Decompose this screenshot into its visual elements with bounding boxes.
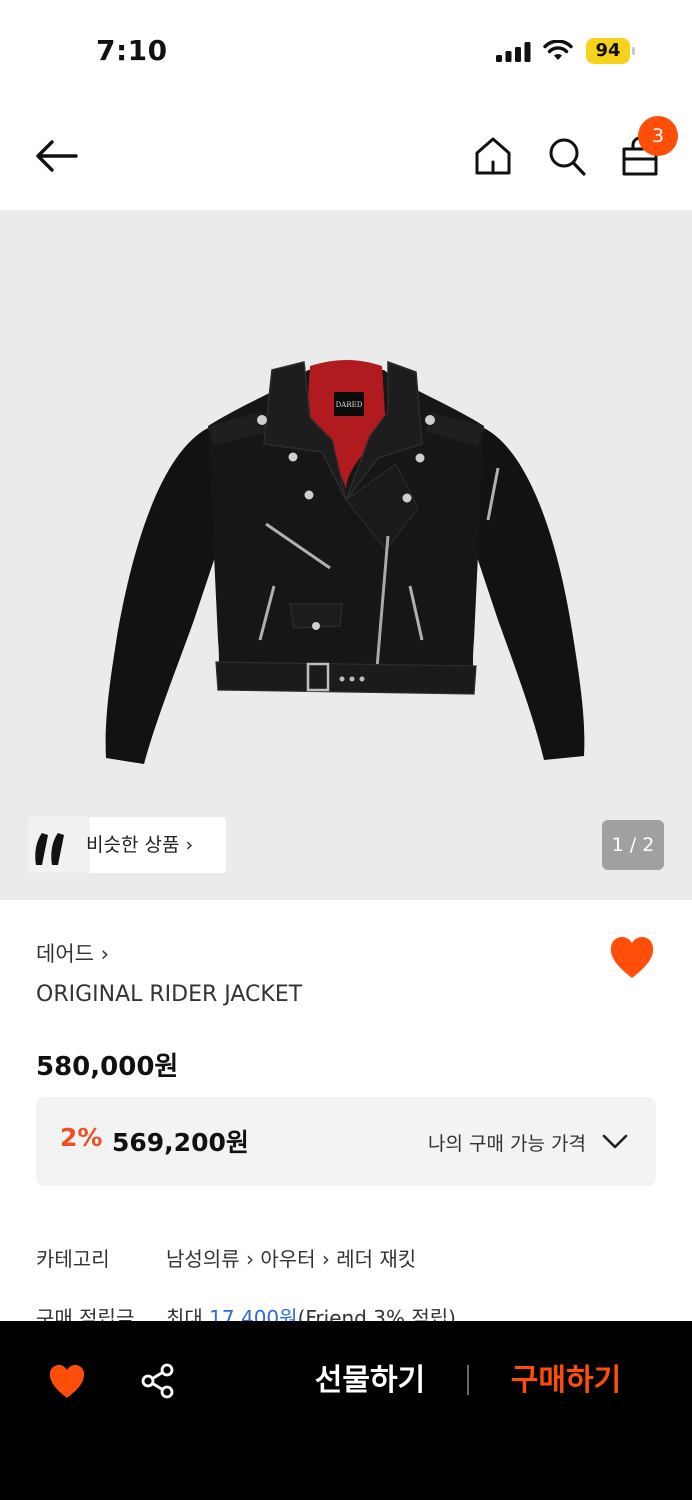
search-icon[interactable] [546,134,588,178]
status-time: 7:10 [96,34,168,67]
battery-level: 94 [586,38,630,64]
back-arrow-icon[interactable] [30,134,82,178]
category-outer[interactable]: 아우터 [260,1247,315,1271]
bottom-action-bar: 선물하기 구매하기 [0,1321,692,1500]
cellular-signal-icon [496,42,531,62]
similar-products-label: 비슷한 상품 › [86,834,194,856]
product-title: ORIGINAL RIDER JACKET [36,982,303,1007]
category-row: 카테고리 남성의류 › 아우터 › 레더 재킷 [36,1243,656,1275]
buy-button[interactable]: 구매하기 [496,1357,636,1405]
product-image-gallery[interactable]: DARED 비슷한 상품 › 1 / 2 [0,210,692,900]
top-nav: 3 [0,100,692,210]
product-price: 580,000원 [36,1052,179,1082]
status-bar: 7:10 94 [0,0,692,100]
my-price-label: 나의 구매 가능 가격 [428,1133,586,1155]
category-men-clothing[interactable]: 남성의류 [166,1247,240,1271]
jacket-label: DARED [336,401,363,409]
my-price-panel[interactable]: 2% 569,200원 나의 구매 가능 가격 [36,1097,656,1186]
cart-count-badge: 3 [638,116,678,156]
chevron-down-icon[interactable] [602,1133,628,1151]
category-leather-jacket[interactable]: 레더 재킷 [336,1247,416,1271]
gift-button[interactable]: 선물하기 [300,1357,440,1405]
discount-rate: 2% [60,1123,103,1152]
brand-link[interactable]: 데어드 › [36,938,109,968]
discounted-price: 569,200원 [112,1128,249,1157]
similar-products-button[interactable]: 비슷한 상품 › [28,817,226,873]
image-page-counter: 1 / 2 [602,820,664,870]
similar-product-thumbnail [28,817,90,873]
wifi-icon [543,40,573,60]
battery-icon: 94 [586,38,636,64]
heart-icon[interactable] [608,934,656,980]
category-label: 카테고리 [36,1247,110,1271]
divider [467,1365,469,1395]
home-icon[interactable] [472,134,514,178]
product-image[interactable]: DARED [96,340,596,780]
category-breadcrumb: 남성의류 › 아우터 › 레더 재킷 [166,1247,417,1271]
heart-icon[interactable] [48,1363,86,1399]
share-icon[interactable] [140,1363,176,1399]
